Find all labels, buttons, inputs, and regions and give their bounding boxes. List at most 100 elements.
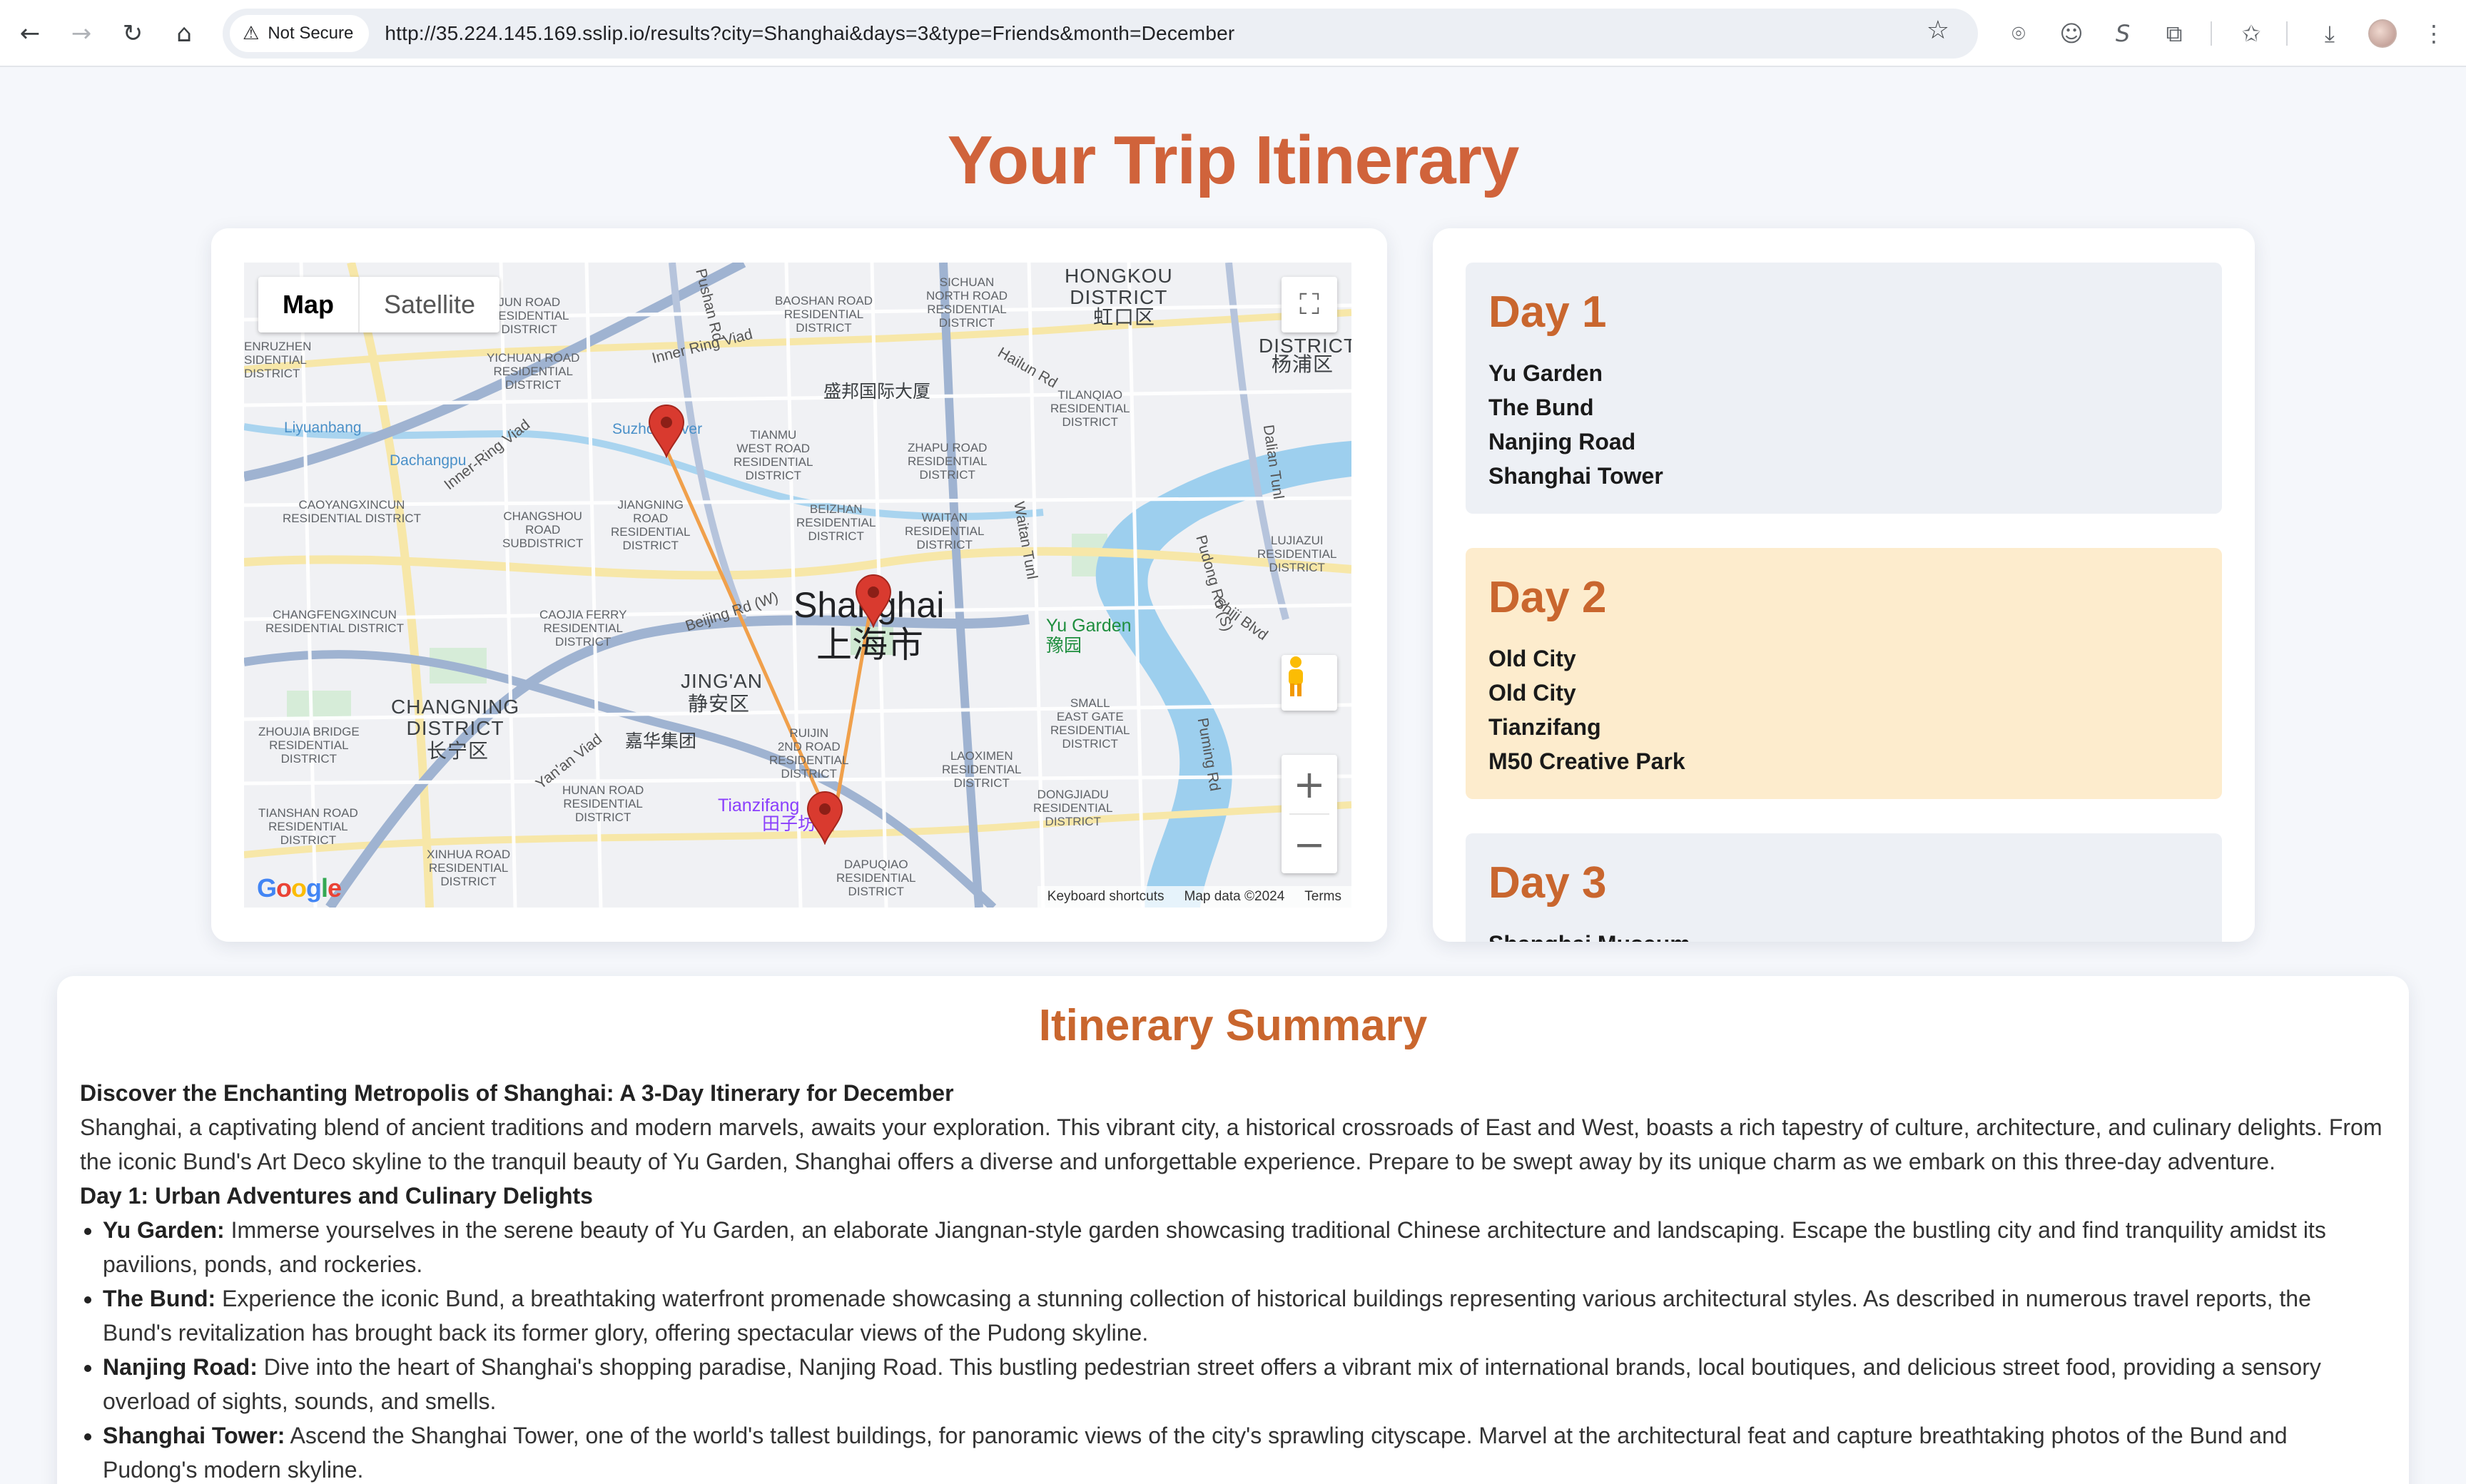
back-icon[interactable]: ← xyxy=(9,12,51,55)
map-label: WAITAN RESIDENTIAL DISTRICT xyxy=(905,511,985,552)
bookmark-star-icon[interactable]: ☆ xyxy=(1927,16,1949,45)
summary-item-name: Yu Garden: xyxy=(103,1217,225,1243)
warning-icon: ⚠ xyxy=(243,23,260,44)
place-item: M50 Creative Park xyxy=(1488,748,1685,774)
reload-icon[interactable]: ↻ xyxy=(111,12,154,55)
days-panel[interactable]: Day 1 Yu Garden The Bund Nanjing Road Sh… xyxy=(1433,228,2255,942)
keyboard-shortcuts-link[interactable]: Keyboard shortcuts xyxy=(1047,889,1164,905)
day-title: Day 3 xyxy=(1488,858,1607,908)
map-marker[interactable] xyxy=(806,791,843,845)
map-marker[interactable] xyxy=(855,574,892,628)
map-view[interactable]: HONGKOU DISTRICT 虹口区 Y DISTRICT 杨浦区 Shan… xyxy=(244,263,1351,908)
summary-item: The Bund: Experience the iconic Bund, a … xyxy=(103,1281,2385,1350)
day-title: Day 2 xyxy=(1488,573,1607,622)
map-label: DAPUQIAO RESIDENTIAL DISTRICT xyxy=(836,858,916,898)
place-item: Nanjing Road xyxy=(1488,429,1636,454)
map-label: ENRUZHEN SIDENTIAL DISTRICT xyxy=(244,340,312,380)
security-label: Not Secure xyxy=(268,24,354,43)
address-bar[interactable]: ⚠ Not Secure http://35.224.145.169.sslip… xyxy=(223,9,1978,59)
summary-card: Itinerary Summary Discover the Enchantin… xyxy=(57,976,2409,1484)
summary-title: Itinerary Summary xyxy=(1038,1001,1428,1050)
fullscreen-icon[interactable]: ⛶ xyxy=(1282,277,1337,332)
profile-avatar[interactable] xyxy=(2362,13,2403,54)
map-marker[interactable] xyxy=(648,404,685,458)
day-card-3: Day 3 Shanghai Museum xyxy=(1466,833,2222,942)
map-label: SICHUAN NORTH ROAD RESIDENTIAL DISTRICT xyxy=(926,275,1008,330)
place-item: The Bund xyxy=(1488,395,1594,420)
map-label: 虹口区 xyxy=(1093,306,1156,328)
map-label: Yu Garden xyxy=(1046,616,1132,636)
map-label: 豫园 xyxy=(1046,636,1082,656)
map-label: TIANMU WEST ROAD RESIDENTIAL DISTRICT xyxy=(734,428,813,482)
summary-item: Nanjing Road: Dive into the heart of Sha… xyxy=(103,1350,2385,1418)
zoom-in-icon[interactable]: + xyxy=(1282,755,1337,813)
day-card-2: Day 2 Old City Old City Tianzifang M50 C… xyxy=(1466,548,2222,799)
map-label: CAOJIA FERRY RESIDENTIAL DISTRICT xyxy=(539,608,627,649)
day-title: Day 1 xyxy=(1488,288,1607,337)
map-label: ZHOUJIA BRIDGE RESIDENTIAL DISTRICT xyxy=(258,725,360,766)
bookmarks-icon[interactable]: ✩ xyxy=(2231,13,2272,54)
summary-list: Yu Garden: Immerse yourselves in the ser… xyxy=(103,1213,2385,1484)
map-label: 静安区 xyxy=(688,693,751,715)
page-title: Your Trip Itinerary xyxy=(947,122,1520,198)
map-footer: Keyboard shortcuts Map data ©2024 Terms xyxy=(1037,886,1351,908)
place-item: Shanghai Tower xyxy=(1488,463,1663,489)
map-label: 杨浦区 xyxy=(1272,353,1334,375)
puzzle-icon[interactable]: ⧉ xyxy=(2153,13,2195,54)
forward-icon[interactable]: → xyxy=(60,12,103,55)
summary-body: Discover the Enchanting Metropolis of Sh… xyxy=(80,1076,2385,1484)
day-card-1: Day 1 Yu Garden The Bund Nanjing Road Sh… xyxy=(1466,263,2222,514)
map-label: TILANQIAO RESIDENTIAL DISTRICT xyxy=(1050,388,1130,429)
map-card: HONGKOU DISTRICT 虹口区 Y DISTRICT 杨浦区 Shan… xyxy=(211,228,1387,942)
extension-face-icon[interactable]: ☺ xyxy=(2051,13,2092,54)
place-item: Old City xyxy=(1488,680,1576,706)
map-type-satellite-button[interactable]: Satellite xyxy=(360,277,499,332)
summary-item-name: Shanghai Tower: xyxy=(103,1423,285,1448)
pegman-icon[interactable] xyxy=(1282,655,1337,711)
map-type-map-button[interactable]: Map xyxy=(258,277,360,332)
map-label: CHANGFENGXINCUN RESIDENTIAL DISTRICT xyxy=(265,608,404,635)
summary-item-name: Nanjing Road: xyxy=(103,1354,258,1380)
map-label: JIANGNING ROAD RESIDENTIAL DISTRICT xyxy=(611,498,691,552)
toolbar-divider xyxy=(2211,21,2212,46)
url-text[interactable]: http://35.224.145.169.sslip.io/results?c… xyxy=(385,22,1234,45)
summary-item-text: Immerse yourselves in the serene beauty … xyxy=(103,1217,2326,1277)
map-label: CHANGSHOU ROAD SUBDISTRICT xyxy=(502,509,584,550)
map-label: 上海市 xyxy=(816,625,923,665)
map-label: TIANSHAN ROAD RESIDENTIAL DISTRICT xyxy=(258,806,358,847)
zoom-out-icon[interactable]: − xyxy=(1282,815,1337,873)
map-label: YICHUAN ROAD RESIDENTIAL DISTRICT xyxy=(487,351,580,392)
map-label: RUIJIN 2ND ROAD RESIDENTIAL DISTRICT xyxy=(769,726,849,781)
zoom-control: + − xyxy=(1282,755,1337,873)
summary-item-text: Experience the iconic Bund, a breathtaki… xyxy=(103,1286,2311,1346)
map-label: HUNAN ROAD RESIDENTIAL DISTRICT xyxy=(562,783,644,824)
home-icon[interactable]: ⌂ xyxy=(163,12,206,55)
map-label: LAOXIMEN RESIDENTIAL DISTRICT xyxy=(942,749,1022,790)
extension-s-icon[interactable]: S xyxy=(2102,13,2143,54)
camera-icon[interactable]: ⌾ xyxy=(1998,13,2039,54)
map-label: Tianzifang xyxy=(718,796,800,815)
summary-day1-heading: Day 1: Urban Adventures and Culinary Del… xyxy=(80,1183,593,1209)
summary-item-text: Dive into the heart of Shanghai's shoppi… xyxy=(103,1354,2321,1414)
menu-kebab-icon[interactable]: ⋮ xyxy=(2413,13,2455,54)
place-item: Shanghai Museum xyxy=(1488,927,2199,942)
map-label: DONGJIADU RESIDENTIAL DISTRICT xyxy=(1033,788,1113,828)
place-item: Old City xyxy=(1488,646,1576,671)
map-data-text: Map data ©2024 xyxy=(1184,889,1285,904)
day-places: Old City Old City Tianzifang M50 Creativ… xyxy=(1488,641,2199,778)
terms-link[interactable]: Terms xyxy=(1304,889,1341,905)
summary-item-name: The Bund: xyxy=(103,1286,216,1311)
map-label: ZHAPU ROAD RESIDENTIAL DISTRICT xyxy=(908,441,988,482)
map-label: SMALL EAST GATE RESIDENTIAL DISTRICT xyxy=(1050,696,1130,751)
map-label: JUN ROAD RESIDENTIAL DISTRICT xyxy=(489,295,569,336)
google-logo: Google xyxy=(257,873,342,903)
security-chip[interactable]: ⚠ Not Secure xyxy=(230,15,370,52)
summary-intro: Shanghai, a captivating blend of ancient… xyxy=(80,1114,2383,1174)
toolbar-divider xyxy=(2286,21,2288,46)
day-places: Shanghai Museum xyxy=(1488,927,2199,942)
place-item: Tianzifang xyxy=(1488,714,1601,740)
map-label: CAOYANGXINCUN RESIDENTIAL DISTRICT xyxy=(283,498,421,525)
map-label: Dachangpu xyxy=(390,452,467,469)
download-icon[interactable]: ⤓ xyxy=(2309,13,2350,54)
map-label: LUJIAZUI RESIDENTIAL DISTRICT xyxy=(1257,534,1337,574)
